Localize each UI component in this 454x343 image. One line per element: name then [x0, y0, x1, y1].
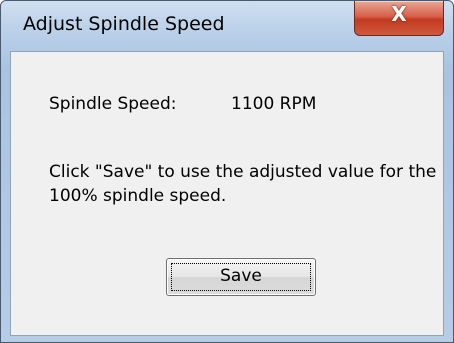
close-icon: X — [391, 2, 407, 26]
window-title: Adjust Spindle Speed — [23, 13, 225, 35]
spindle-speed-label: Spindle Speed: — [49, 94, 177, 114]
dialog-content: Spindle Speed: 1100 RPM Click "Save" to … — [10, 51, 444, 336]
instruction-text: Click "Save" to use the adjusted value f… — [49, 162, 437, 206]
close-button[interactable]: X — [354, 1, 444, 36]
save-button-label: Save — [220, 266, 262, 286]
save-button[interactable]: Save — [166, 258, 316, 296]
title-bar[interactable]: Adjust Spindle Speed X — [1, 1, 453, 51]
dialog-window: Adjust Spindle Speed X Spindle Speed: 11… — [0, 0, 454, 343]
spindle-speed-value: 1100 RPM — [231, 94, 317, 114]
